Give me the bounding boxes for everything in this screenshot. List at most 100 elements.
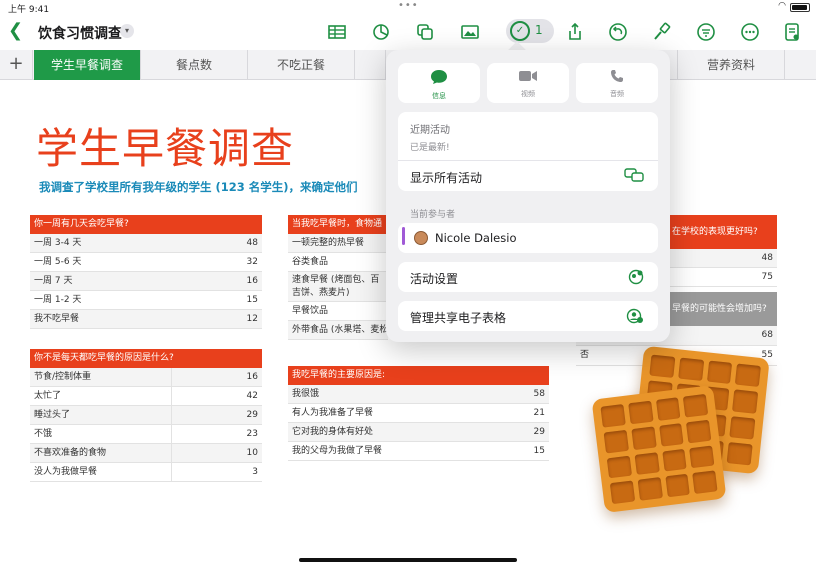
table-row[interactable]: 一周 5-6 天 32 [30,253,262,272]
sheet-title[interactable]: 学生早餐调查 [36,115,294,176]
video-icon [487,69,569,87]
avatar [414,231,428,245]
table-row[interactable]: 节食/控制体重 16 [30,368,262,387]
share-icon[interactable] [565,22,585,42]
table-main-reasons[interactable]: 我吃早餐的主要原因是: 我很饿 58 有人为我准备了早餐 21 它对我的身体有好处 2… [288,366,549,461]
table-row[interactable]: 太忙了 42 [30,387,262,406]
row-value: 29 [246,410,258,420]
tab-hidden-2[interactable] [670,50,678,80]
home-indicator[interactable] [299,558,517,562]
recent-activity-title: 近期活动 [410,125,450,136]
table-header: 早餐的可能性会增加吗? [668,292,777,326]
table-row[interactable]: 有人为我准备了早餐 21 [288,404,549,423]
row-value: 48 [246,238,258,248]
participant-color-bar [402,227,405,245]
organize-icon[interactable] [696,22,716,42]
table-row[interactable]: 不喜欢准备的食物 10 [30,444,262,463]
cell-divider [171,368,172,386]
table-row[interactable]: 早餐饮品 [288,302,388,321]
audio-label: 音频 [610,90,624,98]
table-days-breakfast[interactable]: 你一周有几天会吃早餐? 一周 3-4 天 48 一周 5-6 天 32 一周 7 天… [30,215,262,329]
participant-row[interactable]: Nicole Dalesio [398,223,658,253]
row-value: 15 [246,295,258,305]
row-value: 23 [246,429,258,439]
table-likelihood[interactable]: 早餐的可能性会增加吗? [668,292,777,326]
video-button[interactable]: 视频 [487,63,569,103]
table-row[interactable]: 它对我的身体有好处 29 [288,423,549,442]
format-brush-icon[interactable] [652,22,672,42]
table-row[interactable]: 一周 3-4 天 48 [30,234,262,253]
cell-divider [171,387,172,405]
table-row[interactable]: 75 [668,268,777,287]
table-header: 当我吃早餐时，食物通 [288,215,388,234]
message-button[interactable]: 信息 [398,63,480,103]
tab-skip-meals[interactable]: 不吃正餐 [248,50,355,80]
document-setup-icon[interactable] [782,22,802,42]
more-icon[interactable] [740,22,760,42]
row-value: 12 [246,314,258,324]
show-all-activity-button[interactable]: 显示所有活动 [410,169,482,186]
back-chevron-icon[interactable]: ❮ [8,20,23,41]
table-row[interactable]: 速食早餐 (烤面包、百吉饼、燕麦片) [288,272,388,302]
table-row[interactable]: 我的父母为我做了早餐 15 [288,442,549,461]
manage-sharing-row[interactable]: 管理共享电子表格 [398,301,658,331]
tab-hidden-1[interactable] [355,50,386,80]
document-title[interactable]: 饮食习惯调查 [38,23,122,43]
table-row[interactable]: 睡过头了 29 [30,406,262,425]
battery-icon [790,3,810,12]
cell-divider [171,425,172,443]
row-value: 16 [246,276,258,286]
manage-sharing-label: 管理共享电子表格 [410,311,507,325]
collaborator-icon: ✓ [510,21,530,41]
row-value: 3 [252,467,258,477]
activity-bubbles-icon [624,168,644,186]
table-header: 在学校的表现更好吗? [668,215,777,249]
manage-sharing-icon [626,308,644,328]
row-label: 一周 1-2 天 [34,295,82,305]
row-label: 速食早餐 (烤面包、百吉饼、燕麦片) [292,275,380,298]
table-row[interactable]: 谷类食品 [288,253,388,272]
row-value: 42 [246,391,258,401]
table-row[interactable]: 一周 7 天 16 [30,272,262,291]
table-row[interactable]: 不饿 23 [30,425,262,444]
row-label: 一周 5-6 天 [34,257,82,267]
table-food-types[interactable]: 当我吃早餐时，食物通 一顿完整的热早餐 谷类食品 速食早餐 (烤面包、百吉饼、燕… [288,215,388,340]
status-bar: 上午 9:41 ••• ◠ [0,0,816,15]
row-label: 一顿完整的热早餐 [292,238,365,248]
multitasking-dots-icon[interactable]: ••• [398,0,419,11]
phone-icon [576,69,658,87]
row-value: 29 [533,427,545,437]
title-chevron-down-icon[interactable]: ▾ [120,24,134,38]
audio-button[interactable]: 音频 [576,63,658,103]
chart-icon[interactable] [371,22,391,42]
row-label: 否 [580,350,590,360]
tab-nutrition[interactable]: 营养资料 [678,50,785,80]
table-icon[interactable] [327,22,347,42]
wifi-icon: ◠ [778,1,786,11]
tab-meal-count[interactable]: 餐点数 [141,50,248,80]
table-row[interactable]: 没人为我做早餐 3 [30,463,262,482]
collaborate-button[interactable]: ✓ 1 [506,19,554,43]
shapes-icon[interactable] [415,22,435,42]
table-school-performance[interactable]: 在学校的表现更好吗? 48 75 [668,215,777,287]
toolbar: ❮ 饮食习惯调查 ▾ ✓ 1 [0,14,816,48]
row-value: 15 [533,446,545,456]
row-value: 10 [246,448,258,458]
activity-settings-row[interactable]: 活动设置 [398,262,658,292]
row-label: 我的父母为我做了早餐 [292,446,383,456]
waffle-image-front[interactable] [591,384,727,514]
row-label: 节食/控制体重 [34,372,92,382]
add-sheet-button[interactable]: + [0,50,33,80]
sheet-subtitle[interactable]: 我调查了学校里所有我年级的学生 (123 名学生)，来确定他们 [39,179,387,195]
media-icon[interactable] [460,22,480,42]
undo-icon[interactable] [608,22,628,42]
table-row[interactable]: 外带食品 (水果塔、麦松 [288,321,388,340]
table-row[interactable]: 48 [668,249,777,268]
table-row[interactable]: 一顿完整的热早餐 [288,234,388,253]
row-value: 75 [761,272,773,282]
table-row[interactable]: 我不吃早餐 12 [30,310,262,329]
table-row[interactable]: 我很饿 58 [288,385,549,404]
table-skip-reasons[interactable]: 你不是每天都吃早餐的原因是什么? 节食/控制体重 16 太忙了 42 睡过头了 29 … [30,349,262,482]
table-row[interactable]: 一周 1-2 天 15 [30,291,262,310]
tab-breakfast-survey[interactable]: 学生早餐调查 [34,50,141,80]
